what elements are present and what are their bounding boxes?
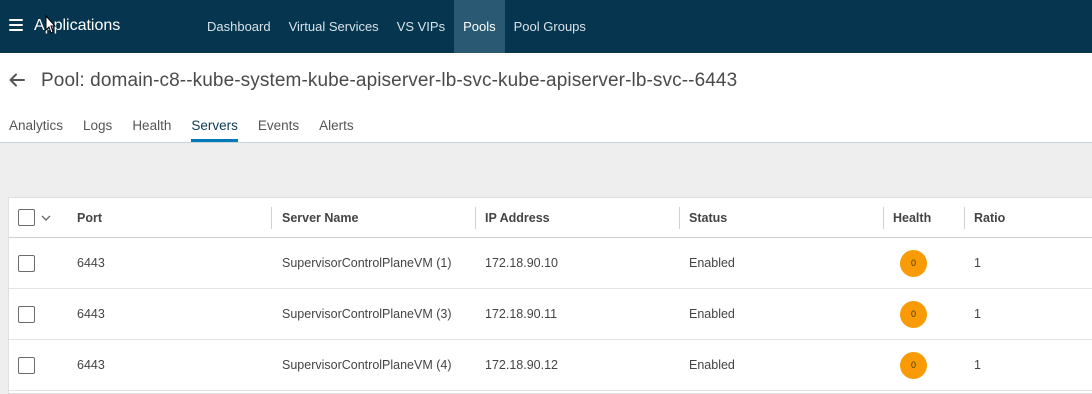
row-checkbox[interactable] bbox=[18, 254, 35, 272]
column-divider[interactable] bbox=[475, 207, 476, 229]
hamburger-menu-icon[interactable] bbox=[9, 19, 23, 32]
tab-servers[interactable]: Servers bbox=[191, 110, 238, 142]
column-header-health[interactable]: Health bbox=[893, 198, 931, 237]
table-row[interactable]: 6443 SupervisorControlPlaneVM (3) 172.18… bbox=[9, 289, 1092, 340]
column-divider[interactable] bbox=[964, 207, 965, 229]
server-name-cell: SupervisorControlPlaneVM (1) bbox=[282, 256, 452, 270]
main-nav: Dashboard Virtual Services VS VIPs Pools… bbox=[198, 0, 595, 53]
ratio-cell: 1 bbox=[974, 307, 981, 321]
health-score-badge[interactable]: 0 bbox=[900, 300, 927, 328]
ratio-cell: 1 bbox=[974, 358, 981, 372]
server-name-cell: SupervisorControlPlaneVM (3) bbox=[282, 307, 452, 321]
page-title: Pool: domain-c8--kube-system-kube-apiser… bbox=[41, 70, 738, 91]
status-cell: Enabled bbox=[689, 307, 735, 321]
column-header-port[interactable]: Port bbox=[77, 198, 102, 237]
column-header-ratio[interactable]: Ratio bbox=[974, 198, 1005, 237]
health-score-badge[interactable]: 0 bbox=[900, 351, 927, 379]
status-cell: Enabled bbox=[689, 358, 735, 372]
ip-address-cell: 172.18.90.10 bbox=[485, 256, 558, 270]
tab-events[interactable]: Events bbox=[258, 110, 299, 142]
table-row[interactable]: 6443 SupervisorControlPlaneVM (4) 172.18… bbox=[9, 340, 1092, 391]
tab-logs[interactable]: Logs bbox=[83, 110, 112, 142]
nav-pools[interactable]: Pools bbox=[454, 0, 505, 53]
column-header-ip-address[interactable]: IP Address bbox=[485, 198, 550, 237]
top-nav-bar: Applications Dashboard Virtual Services … bbox=[0, 0, 1092, 53]
table-header-row: Port Server Name IP Address Status Healt… bbox=[9, 198, 1092, 238]
server-name-cell: SupervisorControlPlaneVM (4) bbox=[282, 358, 452, 372]
column-divider[interactable] bbox=[271, 207, 272, 229]
ip-address-cell: 172.18.90.11 bbox=[485, 307, 558, 321]
nav-vs-vips[interactable]: VS VIPs bbox=[388, 0, 454, 53]
ip-address-cell: 172.18.90.12 bbox=[485, 358, 558, 372]
nav-pool-groups[interactable]: Pool Groups bbox=[505, 0, 595, 53]
mouse-pointer-icon bbox=[45, 15, 57, 34]
servers-table: Port Server Name IP Address Status Healt… bbox=[8, 197, 1092, 394]
column-divider[interactable] bbox=[679, 207, 680, 229]
ratio-cell: 1 bbox=[974, 256, 981, 270]
column-divider[interactable] bbox=[883, 207, 884, 229]
row-checkbox[interactable] bbox=[18, 305, 35, 323]
port-cell: 6443 bbox=[77, 358, 105, 372]
tab-alerts[interactable]: Alerts bbox=[319, 110, 354, 142]
tab-analytics[interactable]: Analytics bbox=[9, 110, 63, 142]
chevron-down-icon[interactable] bbox=[40, 212, 52, 224]
select-all-checkbox[interactable] bbox=[18, 209, 35, 226]
column-header-server-name[interactable]: Server Name bbox=[282, 198, 358, 237]
select-all-control bbox=[18, 198, 52, 237]
status-cell: Enabled bbox=[689, 256, 735, 270]
health-score-badge[interactable]: 0 bbox=[900, 249, 927, 277]
row-checkbox[interactable] bbox=[18, 356, 35, 374]
pool-tabs: Analytics Logs Health Servers Events Ale… bbox=[0, 110, 1092, 143]
nav-dashboard[interactable]: Dashboard bbox=[198, 0, 280, 53]
nav-virtual-services[interactable]: Virtual Services bbox=[280, 0, 388, 53]
port-cell: 6443 bbox=[77, 307, 105, 321]
tab-health[interactable]: Health bbox=[132, 110, 171, 142]
column-header-status[interactable]: Status bbox=[689, 198, 727, 237]
table-row[interactable]: 6443 SupervisorControlPlaneVM (1) 172.18… bbox=[9, 238, 1092, 289]
port-cell: 6443 bbox=[77, 256, 105, 270]
back-arrow-icon[interactable] bbox=[8, 71, 26, 89]
